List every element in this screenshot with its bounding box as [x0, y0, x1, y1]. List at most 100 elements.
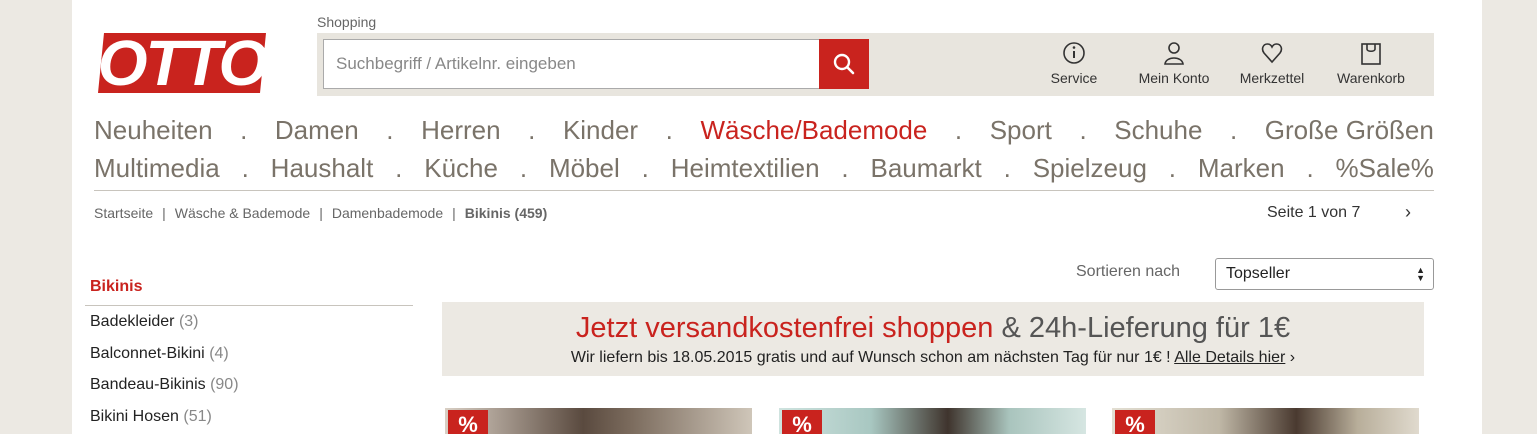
main-nav-row-1: Neuheiten . Damen . Herren . Kinder . Wä…	[94, 112, 1434, 148]
breadcrumb-waesche-bademode[interactable]: Wäsche & Bademode	[175, 205, 310, 221]
nav-item-kueche[interactable]: Küche	[424, 150, 498, 186]
category-count: (90)	[210, 376, 239, 393]
user-icon	[1164, 42, 1184, 65]
service-label: Service	[1050, 70, 1098, 86]
nav-separator: .	[1229, 115, 1238, 145]
category-divider	[85, 305, 413, 306]
nav-item-haushalt[interactable]: Haushalt	[271, 150, 374, 186]
nav-separator: .	[1079, 115, 1087, 145]
nav-item-neuheiten[interactable]: Neuheiten	[94, 112, 213, 148]
nav-item-waesche-bademode[interactable]: Wäsche/Bademode	[700, 112, 927, 148]
nav-item-grosse-groessen[interactable]: Große Größen	[1265, 112, 1434, 148]
product-image	[1112, 408, 1419, 434]
nav-item-heimtextilien[interactable]: Heimtextilien	[671, 150, 820, 186]
category-count: (3)	[178, 313, 199, 330]
nav-item-schuhe[interactable]: Schuhe	[1114, 112, 1202, 148]
search-button[interactable]	[819, 39, 869, 89]
main-nav-row-2: Multimedia . Haushalt . Küche . Möbel . …	[94, 150, 1434, 186]
nav-item-moebel[interactable]: Möbel	[549, 150, 620, 186]
category-item[interactable]: Bandeau-Bikinis (90)	[90, 374, 239, 406]
next-page-button[interactable]: ›	[1405, 202, 1411, 223]
nav-separator: .	[519, 153, 528, 183]
wishlist-link[interactable]: Merkzettel	[1227, 40, 1317, 88]
info-icon	[1063, 42, 1085, 64]
shipping-banner: Jetzt versandkostenfrei shoppen & 24h-Li…	[442, 302, 1424, 376]
product-tile[interactable]: %	[779, 408, 1086, 434]
nav-item-spielzeug[interactable]: Spielzeug	[1033, 150, 1147, 186]
nav-separator: .	[1168, 153, 1177, 183]
sort-selected-value: Topseller	[1226, 265, 1291, 282]
nav-separator: .	[386, 115, 394, 145]
banner-headline-grey: & 24h-Lieferung für 1€	[1001, 312, 1291, 344]
category-label: Badekleider	[90, 313, 175, 330]
nav-separator: .	[1003, 153, 1011, 183]
banner-subline-text: Wir liefern bis 18.05.2015 gratis und au…	[570, 349, 1171, 366]
category-count: (4)	[209, 344, 229, 362]
category-count: (51)	[183, 407, 212, 425]
search-icon	[833, 53, 855, 75]
nav-item-baumarkt[interactable]: Baumarkt	[871, 150, 982, 186]
banner-headline-red: Jetzt versandkostenfrei shoppen	[575, 312, 994, 344]
wishlist-label: Merkzettel	[1239, 70, 1305, 86]
product-image	[445, 408, 752, 434]
sort-select[interactable]: Topseller ▲ ▼	[1215, 258, 1434, 290]
breadcrumb-separator: |	[162, 205, 166, 221]
nav-item-sport[interactable]: Sport	[990, 112, 1052, 148]
product-image	[779, 408, 1086, 434]
category-title[interactable]: Bikinis	[90, 278, 142, 296]
category-item[interactable]: Balconnet-Bikini (4)	[90, 343, 239, 375]
category-item[interactable]: Badekleider (3)	[90, 311, 239, 343]
shopping-bag-icon	[1361, 43, 1381, 65]
nav-separator: .	[241, 153, 249, 183]
select-arrows-icon: ▲ ▼	[1416, 265, 1425, 283]
product-tile[interactable]: %	[445, 408, 752, 434]
category-label: Bandeau-Bikinis	[90, 376, 206, 393]
breadcrumb-damenbademode[interactable]: Damenbademode	[332, 205, 443, 221]
nav-separator: .	[1306, 153, 1314, 183]
nav-item-sale[interactable]: %Sale%	[1336, 150, 1434, 186]
banner-subline: Wir liefern bis 18.05.2015 gratis und au…	[442, 349, 1424, 367]
account-link[interactable]: Mein Konto	[1128, 40, 1220, 88]
chevron-right-icon: ›	[1289, 349, 1296, 366]
otto-logo[interactable]: OTTO	[94, 28, 270, 98]
nav-item-marken[interactable]: Marken	[1198, 150, 1285, 186]
nav-divider	[94, 190, 1434, 191]
nav-separator: .	[240, 115, 248, 145]
category-item[interactable]: Bikini Hosen (51)	[90, 406, 239, 434]
nav-separator: .	[528, 115, 536, 145]
cart-label: Warenkorb	[1337, 70, 1405, 86]
sale-badge: %	[782, 410, 822, 434]
nav-item-damen[interactable]: Damen	[275, 112, 359, 148]
nav-separator: .	[665, 115, 673, 145]
sort-label: Sortieren nach	[1076, 263, 1181, 280]
nav-separator: .	[641, 153, 649, 183]
nav-separator: .	[395, 153, 403, 183]
category-label: Bikini Hosen	[90, 407, 179, 425]
page: OTTO Shopping Service Mein Konto Merkzet…	[72, 0, 1482, 434]
service-link[interactable]: Service	[1029, 40, 1119, 88]
breadcrumb-separator: |	[452, 205, 456, 221]
nav-item-kinder[interactable]: Kinder	[563, 112, 638, 148]
shopping-label: Shopping	[317, 14, 377, 30]
sale-badge: %	[1115, 410, 1155, 434]
breadcrumb-separator: |	[319, 205, 323, 221]
product-tile[interactable]: %	[1112, 408, 1419, 434]
sale-badge: %	[448, 410, 488, 434]
nav-separator: .	[841, 153, 849, 183]
heart-icon	[1261, 43, 1283, 64]
logo-text: OTTO	[97, 27, 269, 99]
breadcrumb-startseite[interactable]: Startseite	[94, 205, 153, 221]
nav-item-multimedia[interactable]: Multimedia	[94, 150, 220, 186]
breadcrumb-current: Bikinis (459)	[464, 205, 548, 221]
breadcrumb: Startseite | Wäsche & Bademode | Damenba…	[94, 205, 547, 221]
category-list: Badekleider (3) Balconnet-Bikini (4) Ban…	[90, 311, 239, 434]
banner-headline: Jetzt versandkostenfrei shoppen & 24h-Li…	[442, 311, 1424, 345]
account-label: Mein Konto	[1138, 70, 1210, 86]
search-input[interactable]	[323, 39, 821, 89]
nav-item-herren[interactable]: Herren	[421, 112, 500, 148]
category-label: Balconnet-Bikini	[90, 344, 205, 362]
page-indicator: Seite 1 von 7	[1267, 204, 1361, 221]
cart-link[interactable]: Warenkorb	[1326, 40, 1416, 88]
banner-details-link[interactable]: Alle Details hier	[1174, 349, 1285, 366]
nav-separator: .	[954, 115, 963, 145]
